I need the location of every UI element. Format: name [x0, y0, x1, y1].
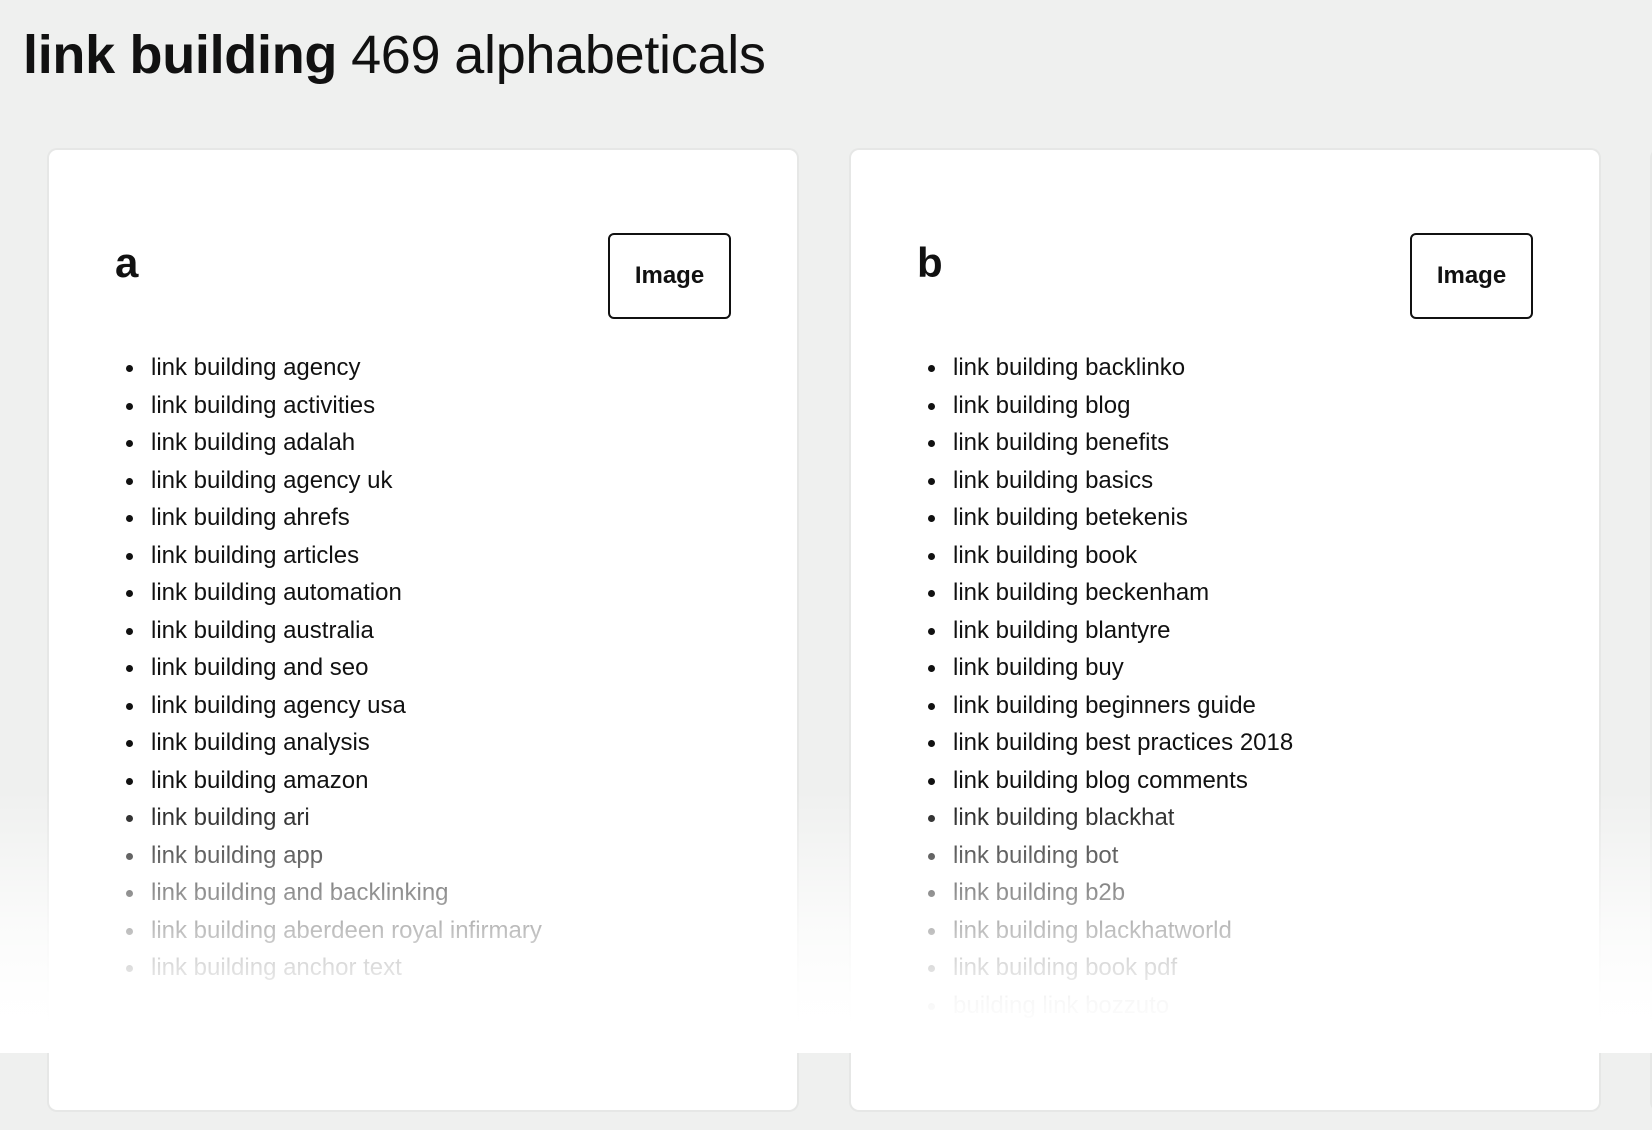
keyword-list-item[interactable]: link building blantyre	[928, 612, 1293, 650]
keyword-list-item[interactable]: building link bozzuto	[928, 987, 1293, 1025]
keyword-list-item[interactable]: link building anchor text	[126, 949, 542, 987]
keyword-list: link building backlinko link building blo…	[928, 349, 1293, 1024]
alphabetical-cards: a Image link building agency link buildin…	[49, 150, 1652, 1130]
keyword-list-item[interactable]: link building basics	[928, 462, 1293, 500]
page-title-count: 469	[351, 25, 441, 85]
keyword-list-item[interactable]: link building betekenis	[928, 499, 1293, 537]
card-letter-b: b Image link building backlinko link buil…	[851, 150, 1599, 1110]
image-button[interactable]: Image	[608, 233, 731, 319]
keyword-list-item[interactable]: link building ahrefs	[126, 499, 542, 537]
keyword-list-item[interactable]: link building app	[126, 837, 542, 875]
keyword-list-item[interactable]: link building ari	[126, 799, 542, 837]
keyword-list-item[interactable]: link building buy	[928, 649, 1293, 687]
keyword-list-item[interactable]: link building activities	[126, 387, 542, 425]
keyword-list-item[interactable]: link building backlinko	[928, 349, 1293, 387]
card-letter-heading: a	[115, 239, 139, 286]
keyword-list-item[interactable]: link building book	[928, 537, 1293, 575]
keyword-list-item[interactable]: link building articles	[126, 537, 542, 575]
keyword-list-item[interactable]: link building adalah	[126, 424, 542, 462]
keyword-list-item[interactable]: link building beckenham	[928, 574, 1293, 612]
keyword-list-item[interactable]: link building blog	[928, 387, 1293, 425]
keyword-list-item[interactable]: link building automation	[126, 574, 542, 612]
keyword-list-item[interactable]: link building blackhat	[928, 799, 1293, 837]
page-title-keyword: link building	[23, 25, 338, 85]
card-letter-heading: b	[917, 239, 943, 286]
keyword-list-item[interactable]: link building analysis	[126, 724, 542, 762]
keyword-list-item[interactable]: link building aberdeen royal infirmary	[126, 912, 542, 950]
keyword-list-item[interactable]: link building bot	[928, 837, 1293, 875]
keyword-list: link building agency link building activi…	[126, 349, 542, 987]
keyword-list-item[interactable]: link building book pdf	[928, 949, 1293, 987]
keyword-list-item[interactable]: link building blog comments	[928, 762, 1293, 800]
keyword-list-item[interactable]: link building beginners guide	[928, 687, 1293, 725]
keyword-list-item[interactable]: link building blackhatworld	[928, 912, 1293, 950]
page-title-suffix: alphabeticals	[454, 25, 766, 85]
keyword-list-item[interactable]: link building agency usa	[126, 687, 542, 725]
keyword-list-item[interactable]: link building agency uk	[126, 462, 542, 500]
keyword-list-item[interactable]: link building agency	[126, 349, 542, 387]
page-title: link building 469 alphabeticals	[23, 22, 766, 88]
keyword-list-item[interactable]: link building benefits	[928, 424, 1293, 462]
image-button[interactable]: Image	[1410, 233, 1533, 319]
keyword-list-item[interactable]: link building and seo	[126, 649, 542, 687]
keyword-list-item[interactable]: link building best practices 2018	[928, 724, 1293, 762]
keyword-list-item[interactable]: link building and backlinking	[126, 874, 542, 912]
keyword-list-item[interactable]: link building australia	[126, 612, 542, 650]
keyword-list-item[interactable]: link building amazon	[126, 762, 542, 800]
keyword-list-item[interactable]: link building b2b	[928, 874, 1293, 912]
card-letter-a: a Image link building agency link buildin…	[49, 150, 797, 1110]
